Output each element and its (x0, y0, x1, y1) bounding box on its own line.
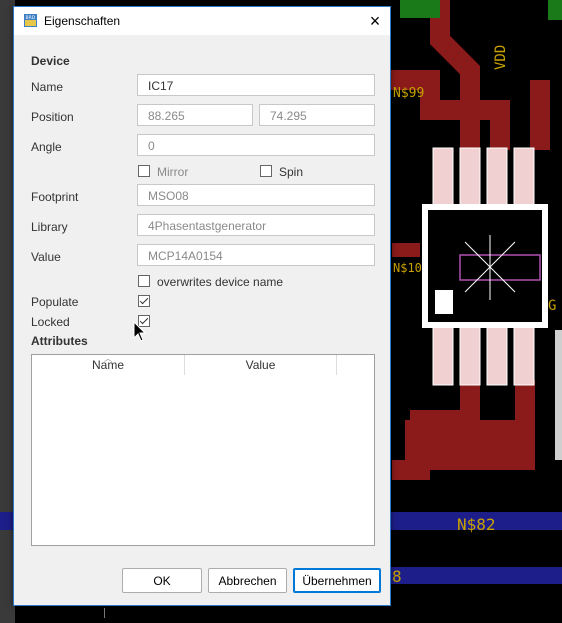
pcb-label-vdd: VDD (493, 45, 509, 70)
resize-grip[interactable] (104, 608, 108, 618)
overwrites-checkbox[interactable] (138, 275, 150, 287)
position-y-field[interactable]: 74.295 (259, 104, 375, 126)
library-label: Library (31, 220, 68, 234)
sort-indicator-icon: ︿ (104, 354, 112, 363)
cancel-button[interactable]: Abbrechen (208, 568, 287, 593)
properties-dialog: BRD Eigenschaften × Device Name IC17 Pos… (13, 6, 391, 618)
name-label: Name (31, 80, 64, 94)
name-field[interactable]: IC17 (137, 74, 375, 96)
populate-label: Populate (31, 295, 79, 309)
position-x-field[interactable]: 88.265 (137, 104, 253, 126)
pcb-label-8: 8 (392, 567, 402, 586)
attributes-table[interactable]: ︿ Name Value (31, 354, 375, 546)
window-title: Eigenschaften (44, 14, 121, 28)
mirror-checkbox[interactable] (138, 165, 150, 177)
position-label: Position (31, 110, 74, 124)
angle-label: Angle (31, 140, 62, 154)
value-label: Value (31, 250, 61, 264)
pcb-label-n82: N$82 (457, 515, 496, 534)
device-section-title: Device (31, 54, 70, 68)
library-field[interactable]: 4Phasentastgenerator (137, 214, 375, 236)
footprint-label: Footprint (31, 190, 79, 204)
mirror-label: Mirror (157, 165, 189, 179)
board-app-icon: BRD (24, 14, 37, 27)
value-field[interactable]: MCP14A0154 (137, 244, 375, 266)
mouse-cursor-icon (133, 321, 147, 342)
column-header-value-label: Value (245, 358, 276, 372)
overwrites-label: overwrites device name (157, 275, 284, 289)
spin-checkbox[interactable] (260, 165, 272, 177)
column-header-name[interactable]: ︿ Name (32, 354, 185, 375)
svg-text:BRD: BRD (26, 15, 36, 21)
locked-label: Locked (31, 315, 70, 329)
attributes-section-title: Attributes (31, 334, 88, 348)
spin-label: Spin (279, 165, 304, 179)
populate-checkbox[interactable] (138, 295, 150, 307)
apply-button[interactable]: Übernehmen (293, 568, 381, 593)
footprint-field[interactable]: MSO08 (137, 184, 375, 206)
column-header-value[interactable]: Value (185, 355, 337, 375)
angle-field[interactable]: 0 (137, 134, 375, 156)
pcb-label-g: G (548, 298, 556, 314)
pcb-label-n99: N$99 (393, 86, 424, 101)
title-bar[interactable]: BRD Eigenschaften × (14, 7, 390, 35)
ok-button[interactable]: OK (122, 568, 202, 593)
close-button[interactable]: × (360, 7, 390, 35)
pcb-label-n10: N$10 (393, 261, 422, 275)
